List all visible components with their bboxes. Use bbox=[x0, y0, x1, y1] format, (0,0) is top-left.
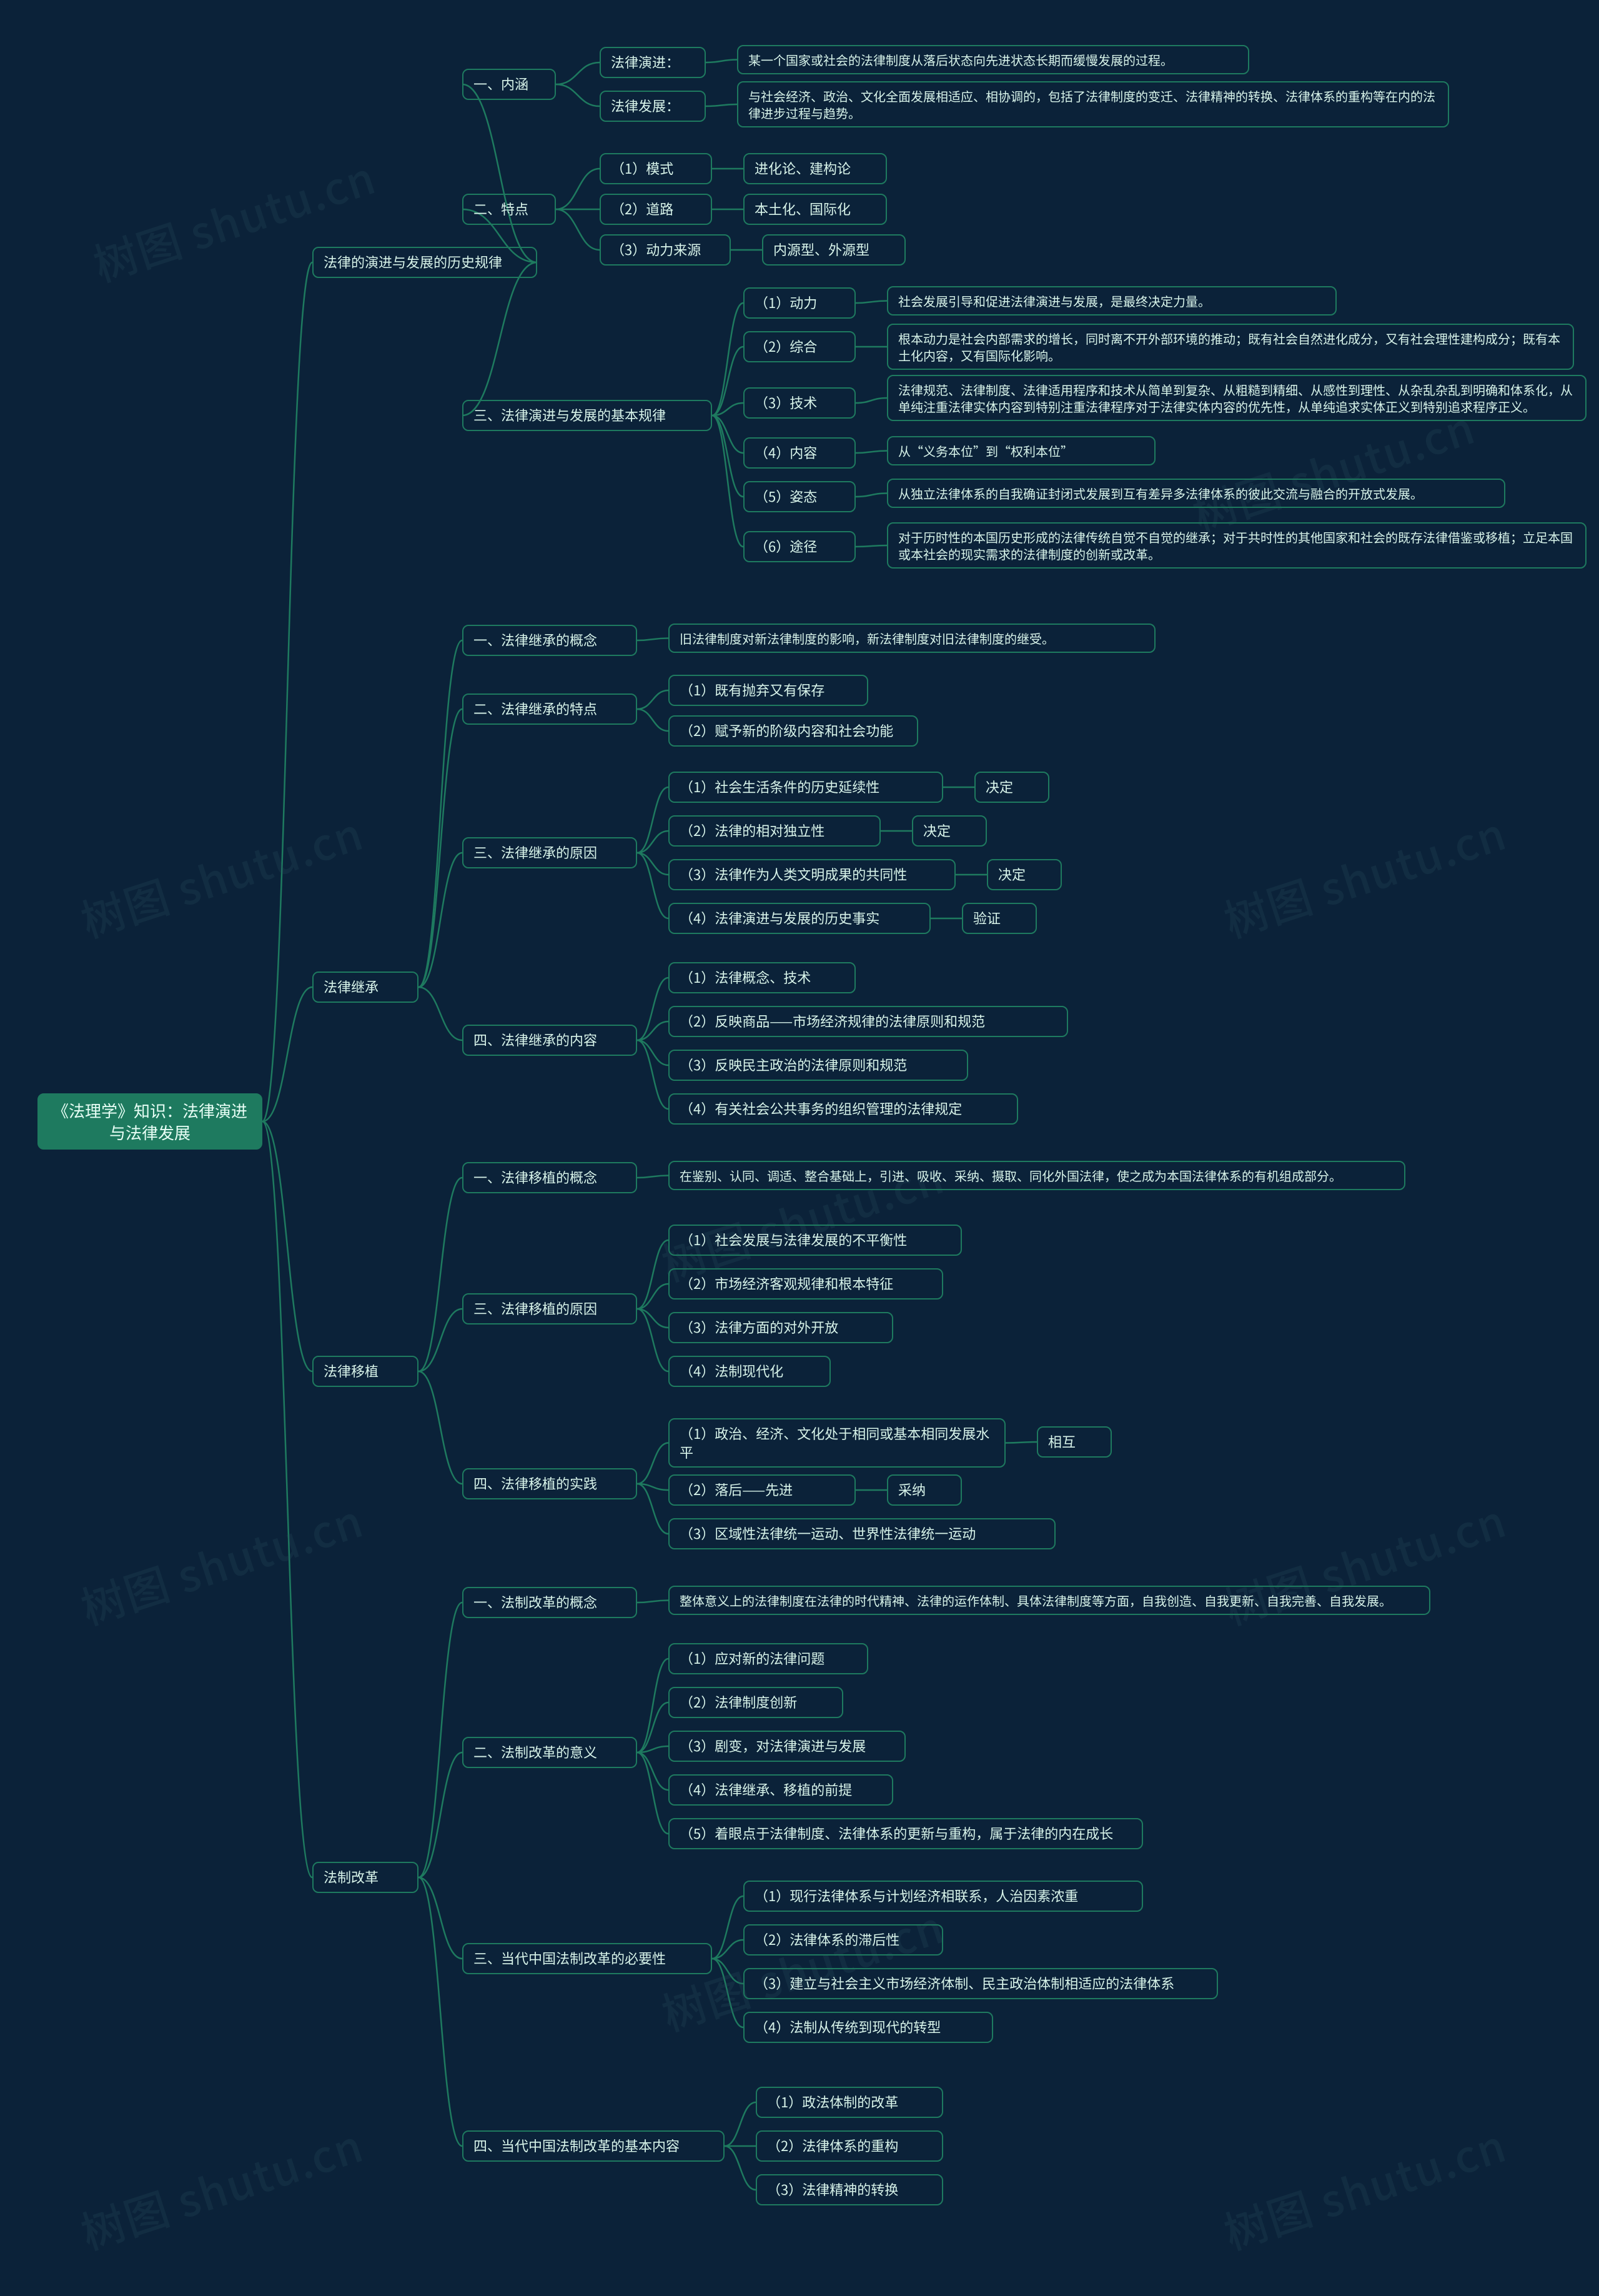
node-a3_2t[interactable]: 根本动力是社会内部需求的增长，同时离不开外部环境的推动；既有社会自然进化成分，又… bbox=[887, 324, 1574, 370]
node-c1[interactable]: 一、法律移植的概念 bbox=[462, 1162, 637, 1193]
node-l1d[interactable]: 法制改革 bbox=[312, 1862, 418, 1893]
node-l1b[interactable]: 法律继承 bbox=[312, 972, 418, 1003]
node-d4_2[interactable]: （2）法律体系的重构 bbox=[756, 2130, 943, 2162]
node-l1a[interactable]: 法律的演进与发展的历史规律 bbox=[312, 247, 537, 278]
node-b3_1t[interactable]: 决定 bbox=[974, 772, 1049, 803]
node-a1b[interactable]: 法律发展： bbox=[600, 91, 706, 122]
node-a1at[interactable]: 某一个国家或社会的法律制度从落后状态向先进状态长期而缓慢发展的过程。 bbox=[737, 45, 1249, 74]
node-a1bt[interactable]: 与社会经济、政治、文化全面发展相适应、相协调的，包括了法律制度的变迁、法律精神的… bbox=[737, 81, 1449, 127]
node-d4_1[interactable]: （1）政法体制的改革 bbox=[756, 2087, 943, 2118]
node-l1c[interactable]: 法律移植 bbox=[312, 1356, 418, 1387]
node-b2_1[interactable]: （1）既有抛弃又有保存 bbox=[668, 675, 868, 706]
node-c3_1[interactable]: （1）社会发展与法律发展的不平衡性 bbox=[668, 1225, 962, 1256]
node-a3_6[interactable]: （6）途径 bbox=[743, 531, 856, 562]
node-d2_3[interactable]: （3）剧变，对法律演进与发展 bbox=[668, 1731, 906, 1762]
node-d4[interactable]: 四、当代中国法制改革的基本内容 bbox=[462, 2130, 725, 2162]
node-a1a[interactable]: 法律演进： bbox=[600, 47, 706, 78]
node-a2_3[interactable]: （3）动力来源 bbox=[600, 234, 731, 266]
node-a2_1[interactable]: （1）模式 bbox=[600, 153, 712, 184]
node-d2[interactable]: 二、法制改革的意义 bbox=[462, 1737, 637, 1768]
node-a3_3t[interactable]: 法律规范、法律制度、法律适用程序和技术从简单到复杂、从粗糙到精细、从感性到理性、… bbox=[887, 375, 1587, 421]
node-b4_2[interactable]: （2）反映商品——市场经济规律的法律原则和规范 bbox=[668, 1006, 1068, 1037]
node-d3[interactable]: 三、当代中国法制改革的必要性 bbox=[462, 1943, 712, 1974]
node-b2[interactable]: 二、法律继承的特点 bbox=[462, 693, 637, 725]
node-a3_5[interactable]: （5）姿态 bbox=[743, 481, 856, 512]
node-a2_3t[interactable]: 内源型、外源型 bbox=[762, 234, 906, 266]
node-b4_4[interactable]: （4）有关社会公共事务的组织管理的法律规定 bbox=[668, 1093, 1018, 1125]
node-d1[interactable]: 一、法制改革的概念 bbox=[462, 1587, 637, 1618]
watermark: 树图 shutu.cn bbox=[1215, 2112, 1513, 2262]
watermark: 树图 shutu.cn bbox=[72, 800, 370, 950]
node-a2_2t[interactable]: 本土化、国际化 bbox=[743, 194, 887, 225]
node-d3_3[interactable]: （3）建立与社会主义市场经济体制、民主政治体制相适应的法律体系 bbox=[743, 1968, 1218, 1999]
node-b3[interactable]: 三、法律继承的原因 bbox=[462, 837, 637, 868]
node-c3_3[interactable]: （3）法律方面的对外开放 bbox=[668, 1312, 893, 1343]
node-a3[interactable]: 三、法律演进与发展的基本规律 bbox=[462, 400, 712, 431]
node-a2_2[interactable]: （2）道路 bbox=[600, 194, 712, 225]
node-b3_2t[interactable]: 决定 bbox=[912, 815, 987, 847]
node-a3_1[interactable]: （1）动力 bbox=[743, 287, 856, 319]
node-b4_3[interactable]: （3）反映民主政治的法律原则和规范 bbox=[668, 1050, 968, 1081]
node-c4_2[interactable]: （2）落后——先进 bbox=[668, 1474, 856, 1506]
node-a3_3[interactable]: （3）技术 bbox=[743, 387, 856, 419]
node-d2_4[interactable]: （4）法律继承、移植的前提 bbox=[668, 1774, 893, 1806]
node-b3_3[interactable]: （3）法律作为人类文明成果的共同性 bbox=[668, 859, 956, 890]
node-c3_4[interactable]: （4）法制现代化 bbox=[668, 1356, 831, 1387]
node-a1[interactable]: 一、内涵 bbox=[462, 69, 556, 100]
node-a3_6t[interactable]: 对于历时性的本国历史形成的法律传统自觉不自觉的继承；对于共时性的其他国家和社会的… bbox=[887, 522, 1587, 569]
node-c4_2t[interactable]: 采纳 bbox=[887, 1474, 962, 1506]
node-d3_1[interactable]: （1）现行法律体系与计划经济相联系，人治因素浓重 bbox=[743, 1881, 1143, 1912]
node-a3_1t[interactable]: 社会发展引导和促进法律演进与发展，是最终决定力量。 bbox=[887, 286, 1337, 316]
node-d2_2[interactable]: （2）法律制度创新 bbox=[668, 1687, 843, 1718]
node-b3_1[interactable]: （1）社会生活条件的历史延续性 bbox=[668, 772, 943, 803]
node-d1t[interactable]: 整体意义上的法律制度在法律的时代精神、法律的运作体制、具体法律制度等方面，自我创… bbox=[668, 1586, 1430, 1615]
node-d3_2[interactable]: （2）法律体系的滞后性 bbox=[743, 1924, 943, 1956]
node-b4_1[interactable]: （1）法律概念、技术 bbox=[668, 962, 856, 993]
node-d2_5[interactable]: （5）着眼点于法律制度、法律体系的更新与重构，属于法律的内在成长 bbox=[668, 1818, 1143, 1849]
mindmap-stage: 树图 shutu.cn 树图 shutu.cn 树图 shutu.cn 树图 shut… bbox=[0, 0, 1599, 2296]
node-d3_4[interactable]: （4）法制从传统到现代的转型 bbox=[743, 2012, 993, 2043]
node-c1t[interactable]: 在鉴别、认同、调适、整合基础上，引进、吸收、采纳、摄取、同化外国法律，使之成为本… bbox=[668, 1161, 1405, 1190]
node-a3_5t[interactable]: 从独立法律体系的自我确证封闭式发展到互有差异多法律体系的彼此交流与融合的开放式发… bbox=[887, 479, 1505, 508]
watermark: 树图 shutu.cn bbox=[1215, 800, 1513, 950]
node-b3_2[interactable]: （2）法律的相对独立性 bbox=[668, 815, 881, 847]
node-a2[interactable]: 二、特点 bbox=[462, 194, 556, 225]
node-b1[interactable]: 一、法律继承的概念 bbox=[462, 625, 637, 656]
node-b2_2[interactable]: （2）赋予新的阶级内容和社会功能 bbox=[668, 715, 918, 747]
node-b4[interactable]: 四、法律继承的内容 bbox=[462, 1025, 637, 1056]
node-c3[interactable]: 三、法律移植的原因 bbox=[462, 1293, 637, 1324]
node-c4_1[interactable]: （1）政治、经济、文化处于相同或基本相同发展水平 bbox=[668, 1418, 1006, 1468]
node-a3_2[interactable]: （2）综合 bbox=[743, 331, 856, 362]
watermark: 树图 shutu.cn bbox=[72, 2112, 370, 2262]
node-b3_4[interactable]: （4）法律演进与发展的历史事实 bbox=[668, 903, 931, 934]
node-b3_3t[interactable]: 决定 bbox=[987, 859, 1062, 890]
node-b3_4t[interactable]: 验证 bbox=[962, 903, 1037, 934]
node-a2_1t[interactable]: 进化论、建构论 bbox=[743, 153, 887, 184]
node-c4[interactable]: 四、法律移植的实践 bbox=[462, 1468, 637, 1499]
node-c4_3[interactable]: （3）区域性法律统一运动、世界性法律统一运动 bbox=[668, 1518, 1056, 1549]
node-b1t[interactable]: 旧法律制度对新法律制度的影响，新法律制度对旧法律制度的继受。 bbox=[668, 624, 1156, 653]
node-a3_4t[interactable]: 从“义务本位”到“权利本位” bbox=[887, 436, 1156, 465]
node-a3_4[interactable]: （4）内容 bbox=[743, 437, 856, 469]
node-d4_3[interactable]: （3）法律精神的转换 bbox=[756, 2174, 943, 2205]
node-d2_1[interactable]: （1）应对新的法律问题 bbox=[668, 1643, 868, 1674]
node-root[interactable]: 《法理学》知识：法律演进与法律发展 bbox=[37, 1093, 262, 1150]
node-c4_1t[interactable]: 相互 bbox=[1037, 1426, 1112, 1458]
node-c3_2[interactable]: （2）市场经济客观规律和根本特征 bbox=[668, 1268, 943, 1300]
watermark: 树图 shutu.cn bbox=[72, 1487, 370, 1638]
